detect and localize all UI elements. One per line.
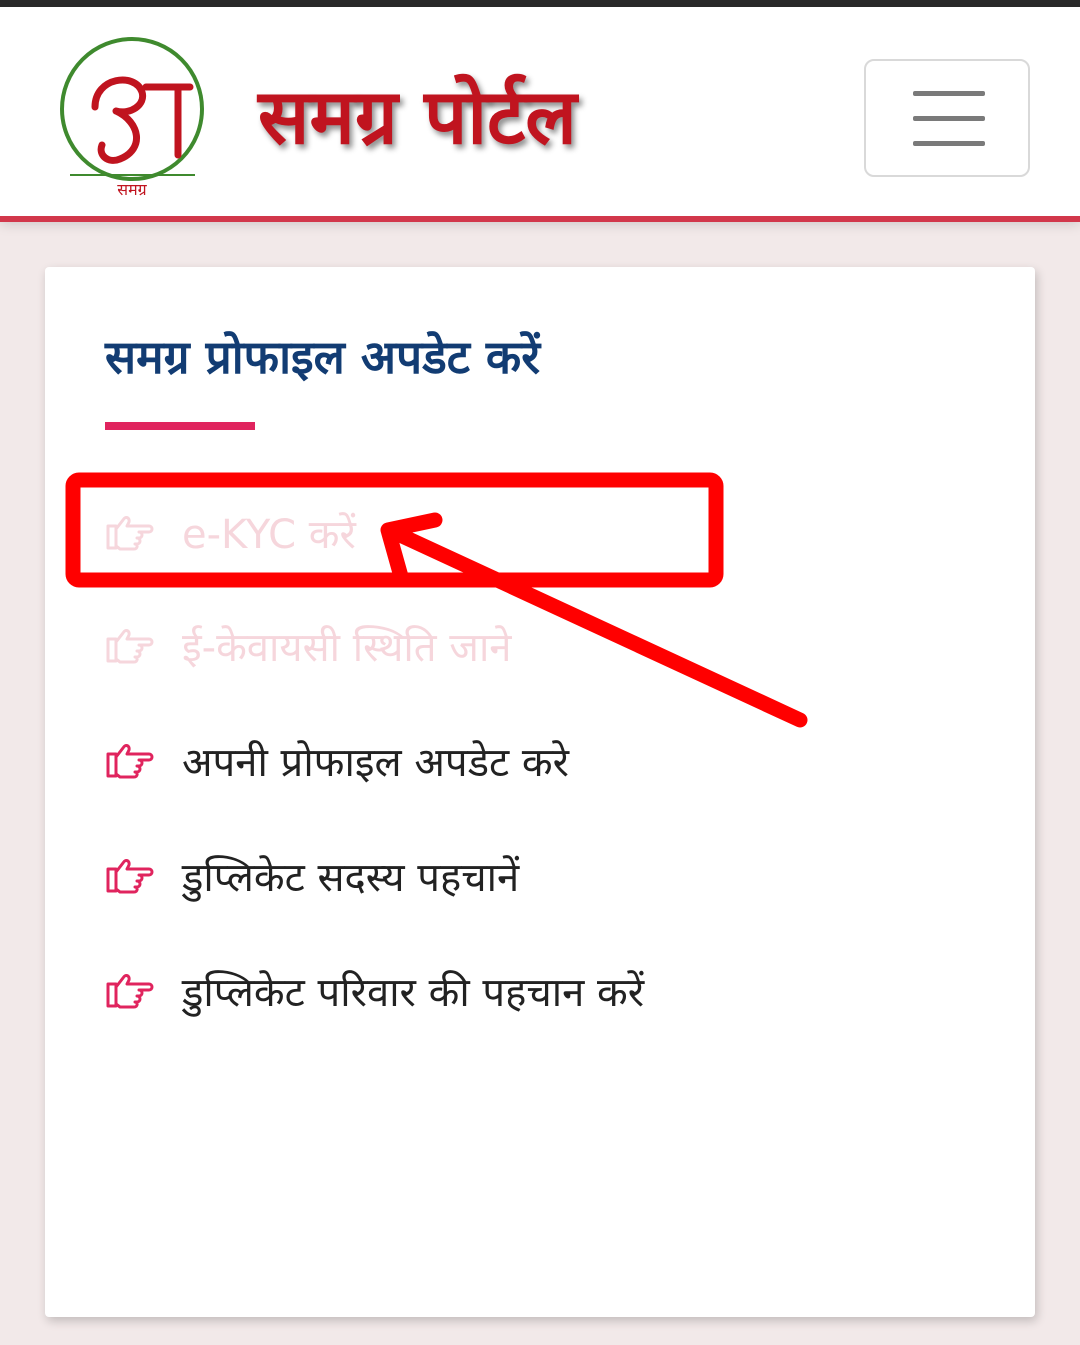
hand-pointing-right-icon: [106, 629, 154, 664]
menu-item-label: डुप्लिकेट परिवार की पहचान करें: [182, 969, 645, 1016]
hand-pointing-right-icon: [106, 516, 154, 551]
logo-text: समग्र: [117, 180, 147, 199]
hand-pointing-right-icon: [106, 744, 154, 779]
menu-item-label: ई-केवायसी स्थिति जाने: [182, 624, 512, 671]
header-divider: [0, 216, 1080, 222]
hamburger-menu-button[interactable]: [864, 59, 1030, 177]
profile-menu-list: e-KYC करें ई-केवायसी स्थिति जाने अपनी प्…: [45, 267, 1035, 1317]
site-header: समग्र समग्र पोर्टल: [0, 7, 1080, 216]
menu-item-label: अपनी प्रोफाइल अपडेट करे: [182, 739, 569, 786]
menu-item-label: e-KYC करें: [182, 511, 356, 558]
menu-bar-icon: [913, 116, 985, 121]
menu-item-update-profile[interactable]: अपनी प्रोफाइल अपडेट करे: [105, 725, 569, 795]
menu-item-label: डुप्लिकेट सदस्य पहचानें: [182, 854, 520, 901]
hand-pointing-right-icon: [106, 974, 154, 1009]
menu-item-duplicate-family[interactable]: डुप्लिकेट परिवार की पहचान करें: [105, 955, 644, 1025]
portal-title: समग्र पोर्टल: [258, 72, 577, 161]
hand-pointing-right-icon: [106, 859, 154, 894]
menu-bar-icon: [913, 91, 985, 96]
menu-item-ekyc-status[interactable]: ई-केवायसी स्थिति जाने: [105, 610, 512, 680]
menu-item-ekyc[interactable]: e-KYC करें: [105, 497, 356, 567]
menu-bar-icon: [913, 141, 985, 146]
menu-item-duplicate-member[interactable]: डुप्लिकेट सदस्य पहचानें: [105, 840, 519, 910]
status-strip: [0, 0, 1080, 7]
samagra-logo[interactable]: समग्र: [50, 37, 215, 202]
profile-update-card: समग्र प्रोफाइल अपडेट करें e-KYC करें ई-क…: [45, 267, 1035, 1317]
